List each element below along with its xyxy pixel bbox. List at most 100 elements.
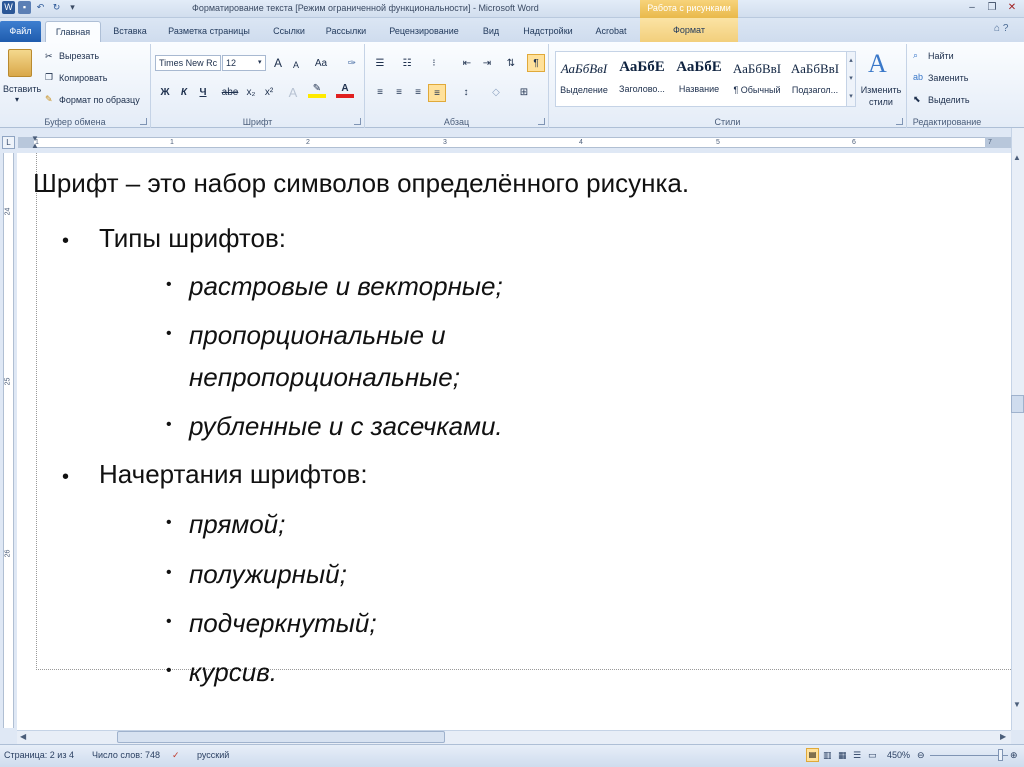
text-effects-button[interactable]: A [284, 84, 302, 102]
word-count[interactable]: Число слов: 748 [92, 750, 160, 760]
replace-button[interactable]: Заменить [928, 73, 968, 83]
select-icon[interactable]: ⬉ [913, 94, 921, 105]
numbering-icon[interactable]: ☷ [398, 55, 416, 73]
scroll-down-icon[interactable]: ▼ [1013, 700, 1021, 709]
find-icon[interactable]: ⌕ [913, 50, 918, 61]
style-item-underline[interactable]: подчеркнутый; [189, 608, 377, 639]
tab-review[interactable]: Рецензирование [381, 21, 467, 42]
bold-button[interactable]: Ж [156, 84, 174, 102]
tab-page-layout[interactable]: Разметка страницы [160, 21, 258, 42]
align-right-icon[interactable]: ≡ [409, 84, 427, 102]
proofing-icon[interactable]: ✓ [172, 750, 180, 761]
italic-button[interactable]: К [175, 84, 193, 102]
superscript-button[interactable]: x² [260, 84, 278, 102]
outline-icon[interactable]: ☰ [853, 750, 861, 761]
tab-acrobat[interactable]: Acrobat [588, 21, 634, 42]
line-spacing-icon[interactable]: ↕ [457, 84, 475, 102]
zoom-slider-thumb[interactable] [998, 749, 1003, 761]
change-case-button[interactable]: Aa [312, 55, 330, 73]
paste-dropdown-icon[interactable]: ▾ [15, 95, 19, 104]
close-button[interactable]: ✕ [1002, 0, 1022, 16]
copy-icon[interactable]: ❐ [45, 72, 53, 83]
web-layout-icon[interactable]: ▦ [838, 750, 847, 761]
horizontal-ruler[interactable] [34, 137, 1011, 148]
type-item-proportional-cont[interactable]: непропорциональные; [189, 362, 460, 393]
style-heading[interactable]: АаБбЕ Заголово... [614, 54, 670, 102]
paste-button[interactable]: Вставить [3, 84, 41, 94]
document-heading[interactable]: Шрифт – это набор символов определённого… [33, 168, 689, 199]
bullets-icon[interactable]: ☰ [371, 55, 389, 73]
tab-addins[interactable]: Надстройки [515, 21, 581, 42]
find-button[interactable]: Найти [928, 51, 954, 61]
styles-launcher-icon[interactable] [896, 118, 903, 125]
style-item-bold[interactable]: полужирный; [189, 559, 347, 590]
justify-icon[interactable]: ≡ [428, 84, 446, 102]
font-name-dropdown[interactable]: Times New Rc [155, 55, 221, 71]
multilevel-list-icon[interactable]: ⁝ [425, 55, 443, 73]
style-title[interactable]: АаБбЕ Название [671, 54, 727, 102]
styles-scroll-icon[interactable]: ▴ ▾ ▾ [846, 51, 856, 107]
sort-icon[interactable]: ⇅ [502, 55, 520, 73]
decrease-indent-icon[interactable]: ⇤ [458, 55, 476, 73]
copy-button[interactable]: Копировать [59, 73, 107, 83]
types-heading[interactable]: Типы шрифтов: [99, 223, 286, 254]
scroll-right-icon[interactable]: ▶ [1000, 732, 1006, 741]
tab-file[interactable]: Файл [0, 21, 41, 42]
grow-font-button[interactable]: A [269, 54, 287, 72]
tab-home[interactable]: Главная [45, 21, 101, 42]
language-indicator[interactable]: русский [197, 750, 229, 760]
tab-insert[interactable]: Вставка [106, 21, 154, 42]
align-left-icon[interactable]: ≡ [371, 84, 389, 102]
underline-button[interactable]: Ч [194, 84, 212, 102]
style-normal[interactable]: АаБбВвI ¶ Обычный [729, 54, 785, 102]
vertical-scrollbar[interactable] [1011, 128, 1024, 730]
help-icon[interactable]: ⌂ ? [994, 23, 1008, 34]
type-item-proportional[interactable]: пропорциональные и [189, 320, 446, 351]
format-painter-button[interactable]: Формат по образцу [59, 95, 140, 105]
style-emphasis[interactable]: АаБбВвI Выделение [556, 54, 612, 102]
zoom-out-icon[interactable]: ⊖ [917, 750, 925, 761]
font-size-dropdown-arrow-icon[interactable]: ▾ [258, 58, 262, 66]
customize-qat-icon[interactable]: ▾ [66, 1, 79, 14]
tab-format[interactable]: Формат [640, 18, 738, 42]
show-formatting-button[interactable]: ¶ [527, 54, 545, 72]
tab-selector-icon[interactable]: L [2, 136, 15, 149]
page-count[interactable]: Страница: 2 из 4 [4, 750, 74, 760]
strikethrough-button[interactable]: abe [219, 84, 241, 102]
style-item-regular[interactable]: прямой; [189, 509, 285, 540]
align-center-icon[interactable]: ≡ [390, 84, 408, 102]
vertical-ruler[interactable] [3, 153, 14, 728]
increase-indent-icon[interactable]: ⇥ [478, 55, 496, 73]
format-painter-icon[interactable]: ✎ [45, 94, 53, 105]
clear-formatting-icon[interactable]: ✑ [343, 55, 361, 73]
select-button[interactable]: Выделить [928, 95, 970, 105]
clipboard-launcher-icon[interactable] [140, 118, 147, 125]
type-item-raster[interactable]: растровые и векторные; [189, 271, 503, 302]
type-item-serif[interactable]: рубленные и с засечками. [189, 411, 503, 442]
zoom-slider[interactable] [930, 755, 1008, 756]
paragraph-launcher-icon[interactable] [538, 118, 545, 125]
scroll-up-icon[interactable]: ▲ [1013, 153, 1021, 162]
save-icon[interactable]: ▪ [18, 1, 31, 14]
font-color-button[interactable]: A [336, 82, 354, 98]
zoom-in-icon[interactable]: ⊕ [1010, 750, 1018, 761]
font-launcher-icon[interactable] [354, 118, 361, 125]
cut-button[interactable]: Вырезать [59, 51, 99, 61]
horizontal-scroll-thumb[interactable] [117, 731, 445, 743]
change-styles-icon[interactable]: A [868, 49, 887, 79]
zoom-level[interactable]: 450% [887, 750, 910, 760]
borders-icon[interactable]: ⊞ [515, 84, 533, 102]
paste-icon[interactable] [8, 49, 32, 77]
restore-button[interactable]: ❐ [982, 0, 1002, 16]
style-item-italic[interactable]: курсив. [189, 657, 277, 688]
redo-icon[interactable]: ↻ [50, 1, 63, 14]
minimize-button[interactable]: – [962, 0, 982, 16]
vertical-scroll-thumb[interactable] [1011, 395, 1024, 413]
undo-icon[interactable]: ↶ [34, 1, 47, 14]
shrink-font-button[interactable]: A [287, 56, 305, 74]
subscript-button[interactable]: x₂ [242, 84, 260, 102]
change-styles-button[interactable]: Изменить стили [858, 84, 904, 108]
highlight-button[interactable]: ✎ [308, 82, 326, 98]
replace-icon[interactable]: ab [913, 72, 923, 82]
cut-icon[interactable]: ✂ [45, 51, 53, 62]
